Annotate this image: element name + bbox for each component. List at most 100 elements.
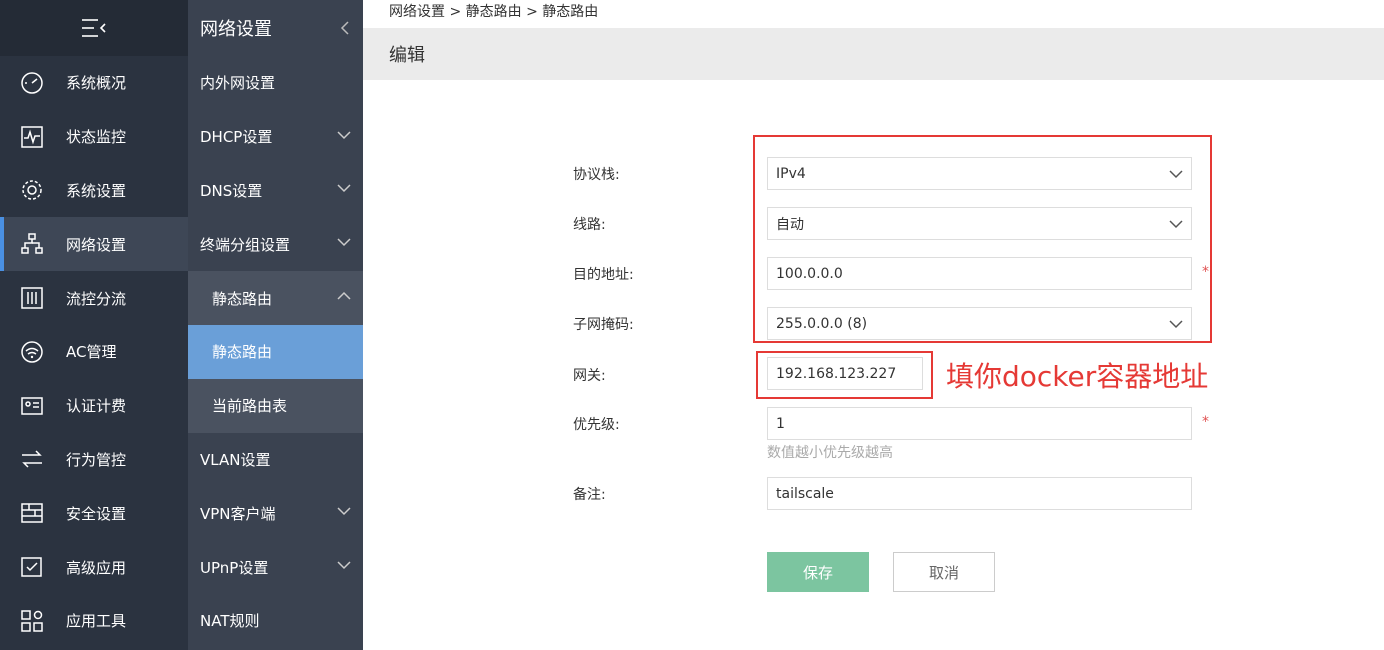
submenu-item-label: 当前路由表 — [212, 397, 288, 416]
rail-item[interactable]: 状态监控 — [0, 110, 188, 164]
submenu-item[interactable]: 内外网设置 — [188, 56, 363, 110]
line-value: 自动 — [776, 216, 804, 233]
submenu-item-label: 内外网设置 — [200, 74, 276, 93]
tools-icon — [18, 607, 46, 635]
submenu-item-label: 静态路由 — [212, 343, 273, 362]
rail-item-label: 流控分流 — [66, 289, 127, 308]
submenu-header: 网络设置 — [188, 0, 363, 56]
required-mark: * — [1202, 264, 1209, 280]
submenu-item[interactable]: UPnP设置 — [188, 540, 363, 594]
protocol-select[interactable]: IPv4 — [767, 157, 1192, 190]
rail-item[interactable]: 安全设置 — [0, 486, 188, 540]
line-label: 线路: — [573, 217, 606, 233]
cancel-button[interactable]: 取消 — [893, 552, 995, 592]
rail-item-label: 状态监控 — [66, 128, 127, 147]
rail-item-label: 应用工具 — [66, 612, 127, 631]
gateway-label: 网关: — [573, 368, 606, 384]
menu-collapse-icon — [82, 19, 106, 37]
rail-item-label: 认证计费 — [66, 397, 127, 416]
main-content: 网络设置 > 静态路由 > 静态路由 编辑 照抄 填你docker容器地址 协议… — [363, 0, 1384, 650]
annotation-fill-docker: 填你docker容器地址 — [946, 360, 1209, 393]
chevron-up-icon — [337, 289, 351, 307]
rail-item[interactable]: 网络设置 — [0, 217, 188, 272]
page-title: 编辑 — [389, 45, 425, 66]
breadcrumb: 网络设置 > 静态路由 > 静态路由 — [389, 4, 599, 20]
submenu-item-label: UPnP设置 — [200, 558, 269, 577]
priority-input[interactable]: 1 — [767, 407, 1192, 440]
rail-item-label: 高级应用 — [66, 558, 127, 577]
chevron-down-icon — [337, 558, 351, 576]
submenu-item-label: VPN客户端 — [200, 504, 276, 523]
collapse-menu-button[interactable] — [0, 0, 188, 56]
chevron-left-icon[interactable] — [339, 20, 351, 36]
rail-item-label: 行为管控 — [66, 450, 127, 469]
priority-hint: 数值越小优先级越高 — [767, 445, 893, 461]
rail-item[interactable]: 流控分流 — [0, 271, 188, 325]
submenu-item[interactable]: 静态路由 — [188, 271, 363, 325]
submenu-item[interactable]: VPN客户端 — [188, 486, 363, 540]
rail-item-label: 系统概况 — [66, 74, 127, 93]
submenu-item[interactable]: DHCP设置 — [188, 110, 363, 164]
arrows-icon — [18, 445, 46, 473]
firewall-icon — [18, 499, 46, 527]
submenu-item-label: 终端分组设置 — [200, 235, 291, 254]
wifi-icon — [18, 338, 46, 366]
required-mark: * — [1202, 414, 1209, 430]
dest-label: 目的地址: — [573, 267, 634, 283]
rail-item[interactable]: 高级应用 — [0, 540, 188, 594]
line-select[interactable]: 自动 — [767, 207, 1192, 240]
protocol-value: IPv4 — [776, 165, 806, 182]
chevron-down-icon — [337, 128, 351, 146]
remark-value: tailscale — [776, 485, 834, 502]
rail-item-label: AC管理 — [66, 343, 117, 362]
pulse-icon — [18, 123, 46, 151]
gateway-value: 192.168.123.227 — [776, 365, 897, 382]
submenu-item[interactable]: NAT规则 — [188, 594, 363, 648]
submenu-item-label: DNS设置 — [200, 181, 263, 200]
main-nav-rail: 系统概况状态监控系统设置网络设置流控分流 AC管理认证计费行为管控安全设置高级应用… — [0, 0, 188, 650]
chevron-down-icon — [1169, 169, 1183, 178]
rail-item[interactable]: 应用工具 — [0, 594, 188, 648]
rail-item-label: 安全设置 — [66, 504, 127, 523]
priority-value: 1 — [776, 415, 785, 432]
mask-select[interactable]: 255.0.0.0 (8) — [767, 307, 1192, 340]
rail-item[interactable]: 认证计费 — [0, 379, 188, 433]
submenu-item-label: 静态路由 — [212, 289, 273, 308]
gateway-input[interactable]: 192.168.123.227 — [767, 357, 923, 390]
mask-value: 255.0.0.0 (8) — [776, 315, 868, 332]
chevron-down-icon — [1169, 319, 1183, 328]
sliders-icon — [18, 284, 46, 312]
submenu-title: 网络设置 — [200, 19, 272, 40]
submenu-item[interactable]: 终端分组设置 — [188, 217, 363, 271]
remark-input[interactable]: tailscale — [767, 477, 1192, 510]
submenu-item[interactable]: 静态路由 — [188, 324, 363, 379]
remark-label: 备注: — [573, 487, 606, 503]
submenu-item[interactable]: 当前路由表 — [188, 378, 363, 433]
note-icon — [18, 553, 46, 581]
chevron-down-icon — [1169, 219, 1183, 228]
gauge-icon — [18, 69, 46, 97]
rail-item-label: 网络设置 — [66, 235, 127, 254]
submenu-item[interactable]: VLAN设置 — [188, 433, 363, 487]
submenu-item-label: VLAN设置 — [200, 450, 271, 469]
chevron-down-icon — [337, 235, 351, 253]
rail-item[interactable]: AC管理 — [0, 325, 188, 379]
rail-item-label: 系统设置 — [66, 181, 127, 200]
id-card-icon — [18, 392, 46, 420]
priority-label: 优先级: — [573, 417, 620, 433]
submenu-item[interactable]: DNS设置 — [188, 164, 363, 218]
save-button[interactable]: 保存 — [767, 552, 869, 592]
dest-value: 100.0.0.0 — [776, 265, 843, 282]
mask-label: 子网掩码: — [573, 317, 634, 333]
submenu-item-label: NAT规则 — [200, 612, 260, 631]
page-title-bar: 编辑 — [363, 28, 1384, 80]
network-icon — [18, 230, 46, 258]
rail-item[interactable]: 系统设置 — [0, 164, 188, 218]
rail-item[interactable]: 系统概况 — [0, 56, 188, 110]
rail-item[interactable]: 行为管控 — [0, 433, 188, 487]
submenu-panel: 网络设置 内外网设置 DHCP设置 DNS设置 终端分组设置 静态路由 静态路由 当前路由表… — [188, 0, 363, 650]
submenu-item-label: DHCP设置 — [200, 128, 273, 147]
chevron-down-icon — [337, 504, 351, 522]
gear-icon — [18, 176, 46, 204]
dest-input[interactable]: 100.0.0.0 — [767, 257, 1192, 290]
